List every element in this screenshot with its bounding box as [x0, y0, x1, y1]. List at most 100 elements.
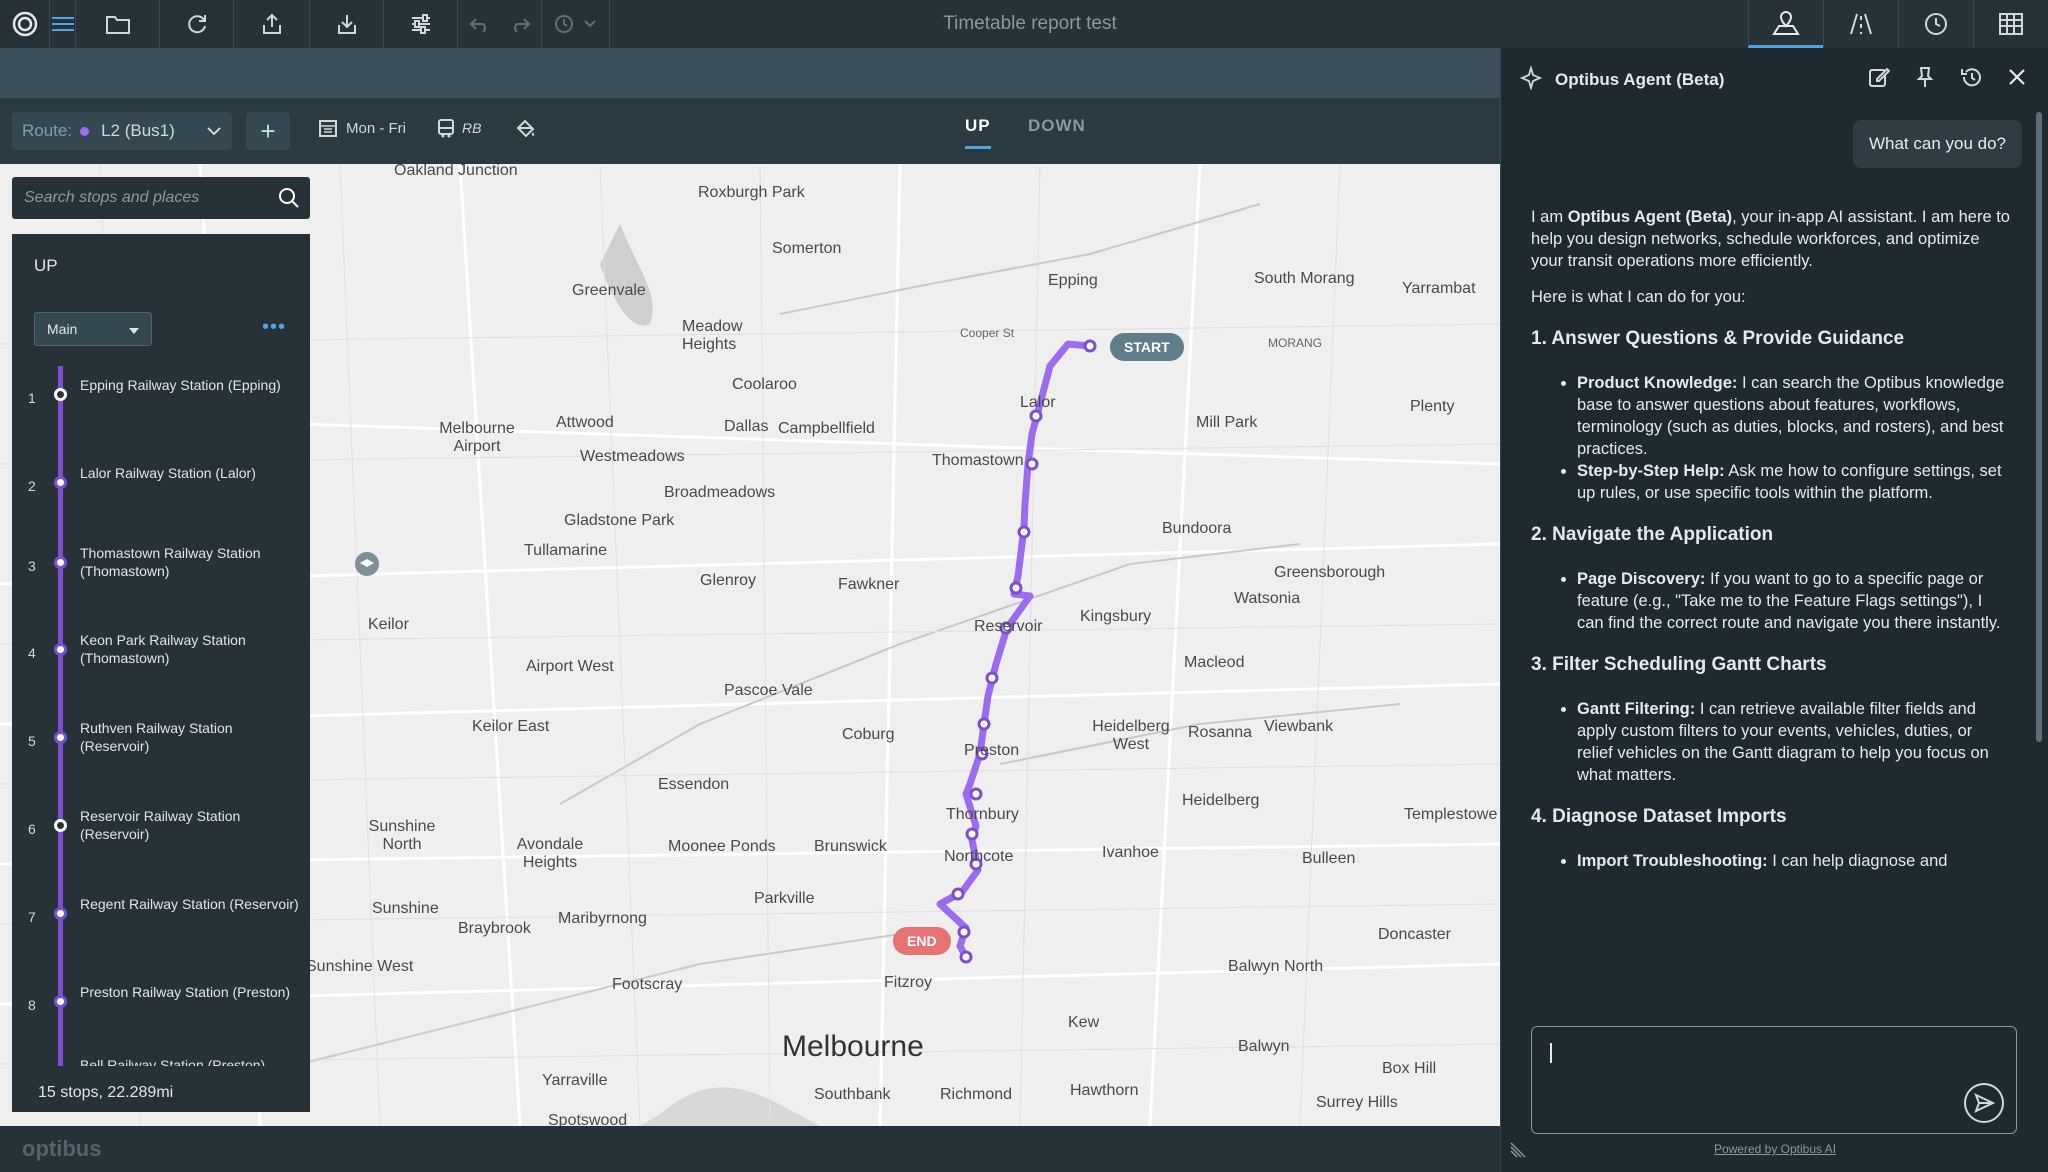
- top-bar: Timetable report test: [0, 0, 2048, 48]
- route-selector[interactable]: Route: L2 (Bus1): [12, 112, 232, 150]
- stop-number: 2: [28, 478, 36, 494]
- place-label: Hawthorn: [1070, 1082, 1139, 1099]
- more-options-icon[interactable]: •••: [262, 316, 286, 339]
- place-label: Kew: [1068, 1014, 1100, 1031]
- item-bold: Import Troubleshooting:: [1577, 852, 1768, 870]
- redo-icon[interactable]: [500, 0, 542, 48]
- agent-title: Optibus Agent (Beta): [1555, 70, 1725, 89]
- stop-number: 6: [28, 821, 36, 837]
- pin-icon[interactable]: [1914, 66, 1936, 93]
- send-icon: [1974, 1093, 1995, 1113]
- item-bold: Page Discovery:: [1577, 570, 1706, 588]
- list-item[interactable]: 8 Preston Railway Station (Preston): [12, 983, 310, 1043]
- section-list: Import Troubleshooting: I can help diagn…: [1577, 850, 2011, 872]
- add-route-button[interactable]: +: [246, 112, 290, 150]
- send-button[interactable]: [1964, 1083, 2004, 1123]
- list-item[interactable]: 1 Epping Railway Station (Epping): [12, 376, 310, 436]
- stop-number: 8: [28, 997, 36, 1013]
- place-label: Braybrook: [458, 920, 531, 937]
- list-item[interactable]: 2 Lalor Railway Station (Lalor): [12, 464, 310, 524]
- section-heading: 4. Diagnose Dataset Imports: [1531, 806, 1787, 827]
- place-label: Keilor East: [472, 718, 550, 735]
- vehicle-type-selector[interactable]: RB: [436, 118, 481, 138]
- route-start-marker[interactable]: START: [1110, 333, 1184, 361]
- map-search-input[interactable]: Search stops and places: [12, 177, 310, 219]
- place-label: Keilor: [368, 616, 409, 633]
- place-label: Footscray: [612, 976, 683, 993]
- search-placeholder: Search stops and places: [24, 189, 200, 206]
- place-label: Sunshine West: [306, 958, 414, 975]
- history-dropdown-icon[interactable]: [542, 0, 610, 48]
- vehicle-label: RB: [462, 120, 482, 136]
- powered-by-link[interactable]: Powered by Optibus AI: [1501, 1142, 2048, 1156]
- stop-name: Ruthven Railway Station (Reservoir): [80, 720, 233, 754]
- place-label: Moonee Ponds: [668, 838, 776, 855]
- import-icon[interactable]: [310, 0, 384, 48]
- place-label: Ivanhoe: [1102, 844, 1159, 861]
- place-label: Balwyn North: [1228, 958, 1324, 975]
- tab-up[interactable]: UP: [965, 116, 991, 149]
- place-label: Greensborough: [1274, 564, 1386, 581]
- undo-icon[interactable]: [458, 0, 500, 48]
- menu-icon[interactable]: [50, 0, 76, 48]
- street-label: MORANG: [1268, 336, 1322, 350]
- optibus-logo-icon[interactable]: [0, 0, 50, 48]
- settings-sliders-icon[interactable]: [384, 0, 458, 48]
- place-label: Oakland Junction: [394, 164, 518, 179]
- intro-pre: I am: [1531, 208, 1568, 226]
- stop-dot: [54, 995, 67, 1008]
- route-color-dot: [80, 126, 90, 136]
- place-label: Kingsbury: [1080, 608, 1152, 625]
- place-label: Sunshine North: [368, 818, 436, 853]
- place-label: Northcote: [944, 848, 1014, 865]
- search-icon[interactable]: [278, 187, 300, 214]
- list-item[interactable]: 5 Ruthven Railway Station (Reservoir): [12, 719, 310, 779]
- stop-number: 5: [28, 733, 36, 749]
- stop-name: Epping Railway Station (Epping): [80, 377, 281, 393]
- place-label: Sunshine: [372, 900, 439, 917]
- list-item: Gantt Filtering: I can retrieve availabl…: [1577, 698, 2011, 786]
- agent-message-input[interactable]: [1531, 1026, 2017, 1134]
- place-label: Coolaroo: [732, 376, 797, 393]
- road-icon[interactable]: [1823, 0, 1898, 48]
- agent-scrollbar[interactable]: [2036, 112, 2042, 742]
- place-label: Broadmeadows: [664, 484, 776, 501]
- sparkle-icon: [1519, 64, 1543, 95]
- stop-dot: [54, 388, 67, 401]
- export-icon[interactable]: [234, 0, 310, 48]
- new-chat-edit-icon[interactable]: [1868, 66, 1891, 93]
- bus-icon: [438, 119, 454, 138]
- place-label: Brunswick: [814, 838, 887, 855]
- open-folder-icon[interactable]: [76, 0, 160, 48]
- history-icon[interactable]: [1960, 66, 1982, 93]
- stop-name: Lalor Railway Station (Lalor): [80, 465, 256, 481]
- place-label: Attwood: [556, 414, 614, 431]
- section-heading: 1. Answer Questions & Provide Guidance: [1531, 328, 1905, 349]
- list-item[interactable]: 4 Keon Park Railway Station (Thomastown): [12, 631, 310, 691]
- list-item[interactable]: 6 Reservoir Railway Station (Reservoir): [12, 807, 310, 867]
- resize-handle-icon[interactable]: [1507, 1137, 1531, 1166]
- tab-down[interactable]: DOWN: [1028, 116, 1086, 136]
- place-label: Viewbank: [1264, 718, 1334, 735]
- section-list: Gantt Filtering: I can retrieve availabl…: [1577, 698, 2011, 786]
- place-label: Coburg: [842, 726, 895, 743]
- clock-icon[interactable]: [1898, 0, 1973, 48]
- place-label: Gladstone Park: [564, 512, 675, 529]
- list-item[interactable]: 7 Regent Railway Station (Reservoir): [12, 895, 310, 955]
- list-item[interactable]: 9 Bell Railway Station (Preston): [12, 1056, 310, 1066]
- paint-bucket-icon[interactable]: [514, 118, 536, 145]
- timetable-grid-icon[interactable]: [1973, 0, 2048, 48]
- pattern-variant-dropdown[interactable]: Main: [34, 312, 152, 346]
- route-end-marker[interactable]: END: [893, 927, 951, 955]
- street-label: Cooper St: [960, 326, 1015, 340]
- list-item[interactable]: 3 Thomastown Railway Station (Thomastown…: [12, 544, 310, 604]
- stop-dot: [54, 819, 67, 832]
- close-icon[interactable]: [2006, 66, 2028, 93]
- days-selector[interactable]: Mon - Fri: [318, 118, 406, 138]
- refresh-icon[interactable]: [160, 0, 234, 48]
- route-name: L2 (Bus1): [101, 121, 175, 140]
- place-label: Watsonia: [1234, 590, 1301, 607]
- network-map-icon[interactable]: [1748, 0, 1823, 48]
- place-label: Yarrambat: [1402, 280, 1476, 297]
- stop-name: Preston Railway Station (Preston): [80, 984, 291, 1000]
